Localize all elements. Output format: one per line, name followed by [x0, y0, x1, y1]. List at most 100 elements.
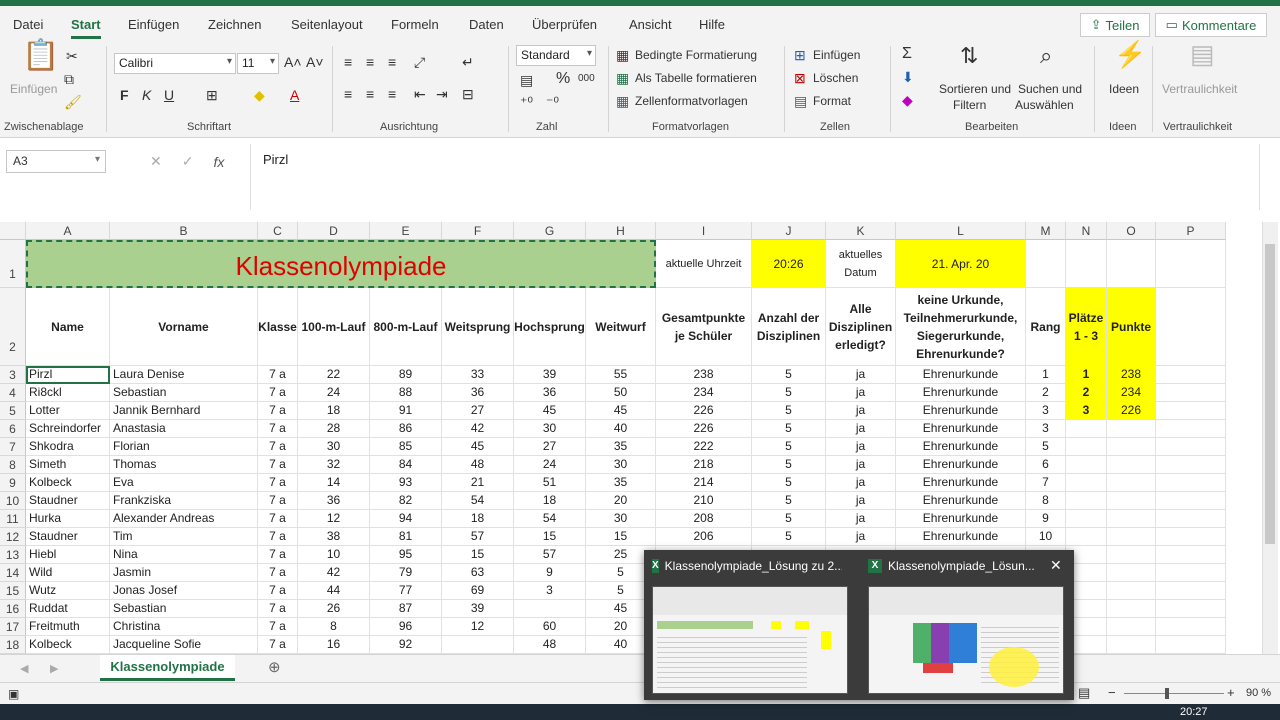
- column-header[interactable]: G: [514, 222, 586, 240]
- cell-weitwurf[interactable]: 50: [586, 384, 656, 402]
- cell-plaetze[interactable]: [1066, 438, 1107, 456]
- empty-cell[interactable]: [1156, 600, 1226, 618]
- row-header[interactable]: 9: [0, 474, 26, 492]
- cell-weitsprung[interactable]: 12: [442, 618, 514, 636]
- cell-gesamt[interactable]: 218: [656, 456, 752, 474]
- cell-vorname[interactable]: Frankziska: [110, 492, 258, 510]
- cell-gesamt[interactable]: 206: [656, 528, 752, 546]
- enter-icon[interactable]: ✓: [182, 153, 194, 170]
- cancel-icon[interactable]: ✕: [150, 153, 162, 170]
- cell-rang[interactable]: 6: [1026, 456, 1066, 474]
- empty-cell[interactable]: [1156, 240, 1226, 288]
- share-button[interactable]: ⇪ Teilen: [1080, 13, 1150, 37]
- cell-name[interactable]: Shkodra: [26, 438, 110, 456]
- cell-plaetze[interactable]: [1066, 420, 1107, 438]
- cell-name[interactable]: Staudner: [26, 492, 110, 510]
- zoom-slider[interactable]: [1124, 693, 1224, 694]
- time-label-cell[interactable]: aktuelle Uhrzeit: [656, 240, 752, 288]
- cell-weitwurf[interactable]: 20: [586, 492, 656, 510]
- cell-weitsprung[interactable]: 63: [442, 564, 514, 582]
- find-select-label-2[interactable]: Auswählen: [1015, 98, 1074, 112]
- cell-klasse[interactable]: 7 a: [258, 456, 298, 474]
- cell-anzahl[interactable]: 5: [752, 438, 826, 456]
- increase-decimal-icon[interactable]: ⁺⁰: [520, 94, 533, 110]
- name-box[interactable]: A3: [6, 150, 106, 173]
- cell-anzahl[interactable]: 5: [752, 528, 826, 546]
- tab-seitenlayout[interactable]: Seitenlayout: [291, 17, 363, 32]
- tab-daten[interactable]: Daten: [469, 17, 504, 32]
- cell-hochsprung[interactable]: 60: [514, 618, 586, 636]
- cell-lauf100[interactable]: 26: [298, 600, 370, 618]
- cell-lauf100[interactable]: 22: [298, 366, 370, 384]
- format-painter-icon[interactable]: 🖌: [64, 94, 82, 110]
- cell-name[interactable]: Freitmuth: [26, 618, 110, 636]
- cell-vorname[interactable]: Tim: [110, 528, 258, 546]
- insert-cells-button[interactable]: Einfügen: [813, 48, 860, 62]
- cell-klasse[interactable]: 7 a: [258, 420, 298, 438]
- row-header[interactable]: 12: [0, 528, 26, 546]
- column-header[interactable]: I: [656, 222, 752, 240]
- cell-anzahl[interactable]: 5: [752, 384, 826, 402]
- row-header[interactable]: 10: [0, 492, 26, 510]
- row-header[interactable]: 4: [0, 384, 26, 402]
- cell-vorname[interactable]: Thomas: [110, 456, 258, 474]
- cell-erledigt[interactable]: ja: [826, 366, 896, 384]
- cell-name[interactable]: Pirzl: [26, 366, 110, 384]
- cell-urkunde[interactable]: Ehrenurkunde: [896, 420, 1026, 438]
- cell-lauf100[interactable]: 18: [298, 402, 370, 420]
- column-header[interactable]: L: [896, 222, 1026, 240]
- increase-indent-icon[interactable]: ⇥: [436, 86, 448, 102]
- empty-cell[interactable]: [1156, 438, 1226, 456]
- cell-punkte[interactable]: 226: [1107, 402, 1156, 420]
- cell-hochsprung[interactable]: 3: [514, 582, 586, 600]
- format-as-table-button[interactable]: Als Tabelle formatieren: [635, 71, 757, 85]
- cell-vorname[interactable]: Alexander Andreas: [110, 510, 258, 528]
- header-erledigt[interactable]: Alle Disziplinen erledigt?: [826, 288, 896, 366]
- prev-sheet-icon[interactable]: ◀: [20, 661, 28, 677]
- borders-icon[interactable]: ⊞: [206, 87, 218, 103]
- zoom-level[interactable]: 90 %: [1246, 687, 1271, 699]
- cell-weitwurf[interactable]: 55: [586, 366, 656, 384]
- cell-gesamt[interactable]: 226: [656, 402, 752, 420]
- cell-weitsprung[interactable]: 57: [442, 528, 514, 546]
- header-klasse[interactable]: Klasse: [258, 288, 298, 366]
- font-color-icon[interactable]: A: [290, 87, 299, 103]
- font-name-select[interactable]: Calibri: [114, 53, 236, 74]
- column-header[interactable]: K: [826, 222, 896, 240]
- cell-punkte[interactable]: [1107, 582, 1156, 600]
- cell-erledigt[interactable]: ja: [826, 420, 896, 438]
- cell-plaetze[interactable]: [1066, 528, 1107, 546]
- wrap-text-icon[interactable]: ↵: [462, 54, 474, 70]
- percent-button[interactable]: %: [556, 70, 570, 88]
- cell-erledigt[interactable]: ja: [826, 528, 896, 546]
- row-header[interactable]: 1: [0, 240, 26, 288]
- cell-vorname[interactable]: Sebastian: [110, 600, 258, 618]
- cell-hochsprung[interactable]: 57: [514, 546, 586, 564]
- cell-punkte[interactable]: [1107, 546, 1156, 564]
- cell-gesamt[interactable]: 214: [656, 474, 752, 492]
- cell-hochsprung[interactable]: 48: [514, 636, 586, 654]
- cell-punkte[interactable]: [1107, 636, 1156, 654]
- cell-weitwurf[interactable]: 35: [586, 474, 656, 492]
- cell-lauf100[interactable]: 12: [298, 510, 370, 528]
- grow-font-icon[interactable]: A˄: [284, 54, 302, 70]
- cell-weitsprung[interactable]: 69: [442, 582, 514, 600]
- header-vorname[interactable]: Vorname: [110, 288, 258, 366]
- cell-lauf100[interactable]: 38: [298, 528, 370, 546]
- underline-button[interactable]: U: [164, 87, 174, 103]
- comments-button[interactable]: ▭ Kommentare: [1155, 13, 1267, 37]
- cell-weitsprung[interactable]: 36: [442, 384, 514, 402]
- header-punkte[interactable]: Punkte: [1107, 288, 1156, 366]
- cell-anzahl[interactable]: 5: [752, 366, 826, 384]
- cell-weitwurf[interactable]: 15: [586, 528, 656, 546]
- row-header[interactable]: 16: [0, 600, 26, 618]
- cell-hochsprung[interactable]: 9: [514, 564, 586, 582]
- empty-cell[interactable]: [1156, 420, 1226, 438]
- currency-icon[interactable]: ▤: [520, 72, 533, 88]
- cell-klasse[interactable]: 7 a: [258, 546, 298, 564]
- cell-name[interactable]: Staudner: [26, 528, 110, 546]
- sensitivity-button[interactable]: Vertraulichkeit: [1162, 82, 1237, 96]
- font-size-select[interactable]: 11: [237, 53, 279, 74]
- cell-urkunde[interactable]: Ehrenurkunde: [896, 438, 1026, 456]
- date-label-cell[interactable]: aktuelles Datum: [826, 240, 896, 288]
